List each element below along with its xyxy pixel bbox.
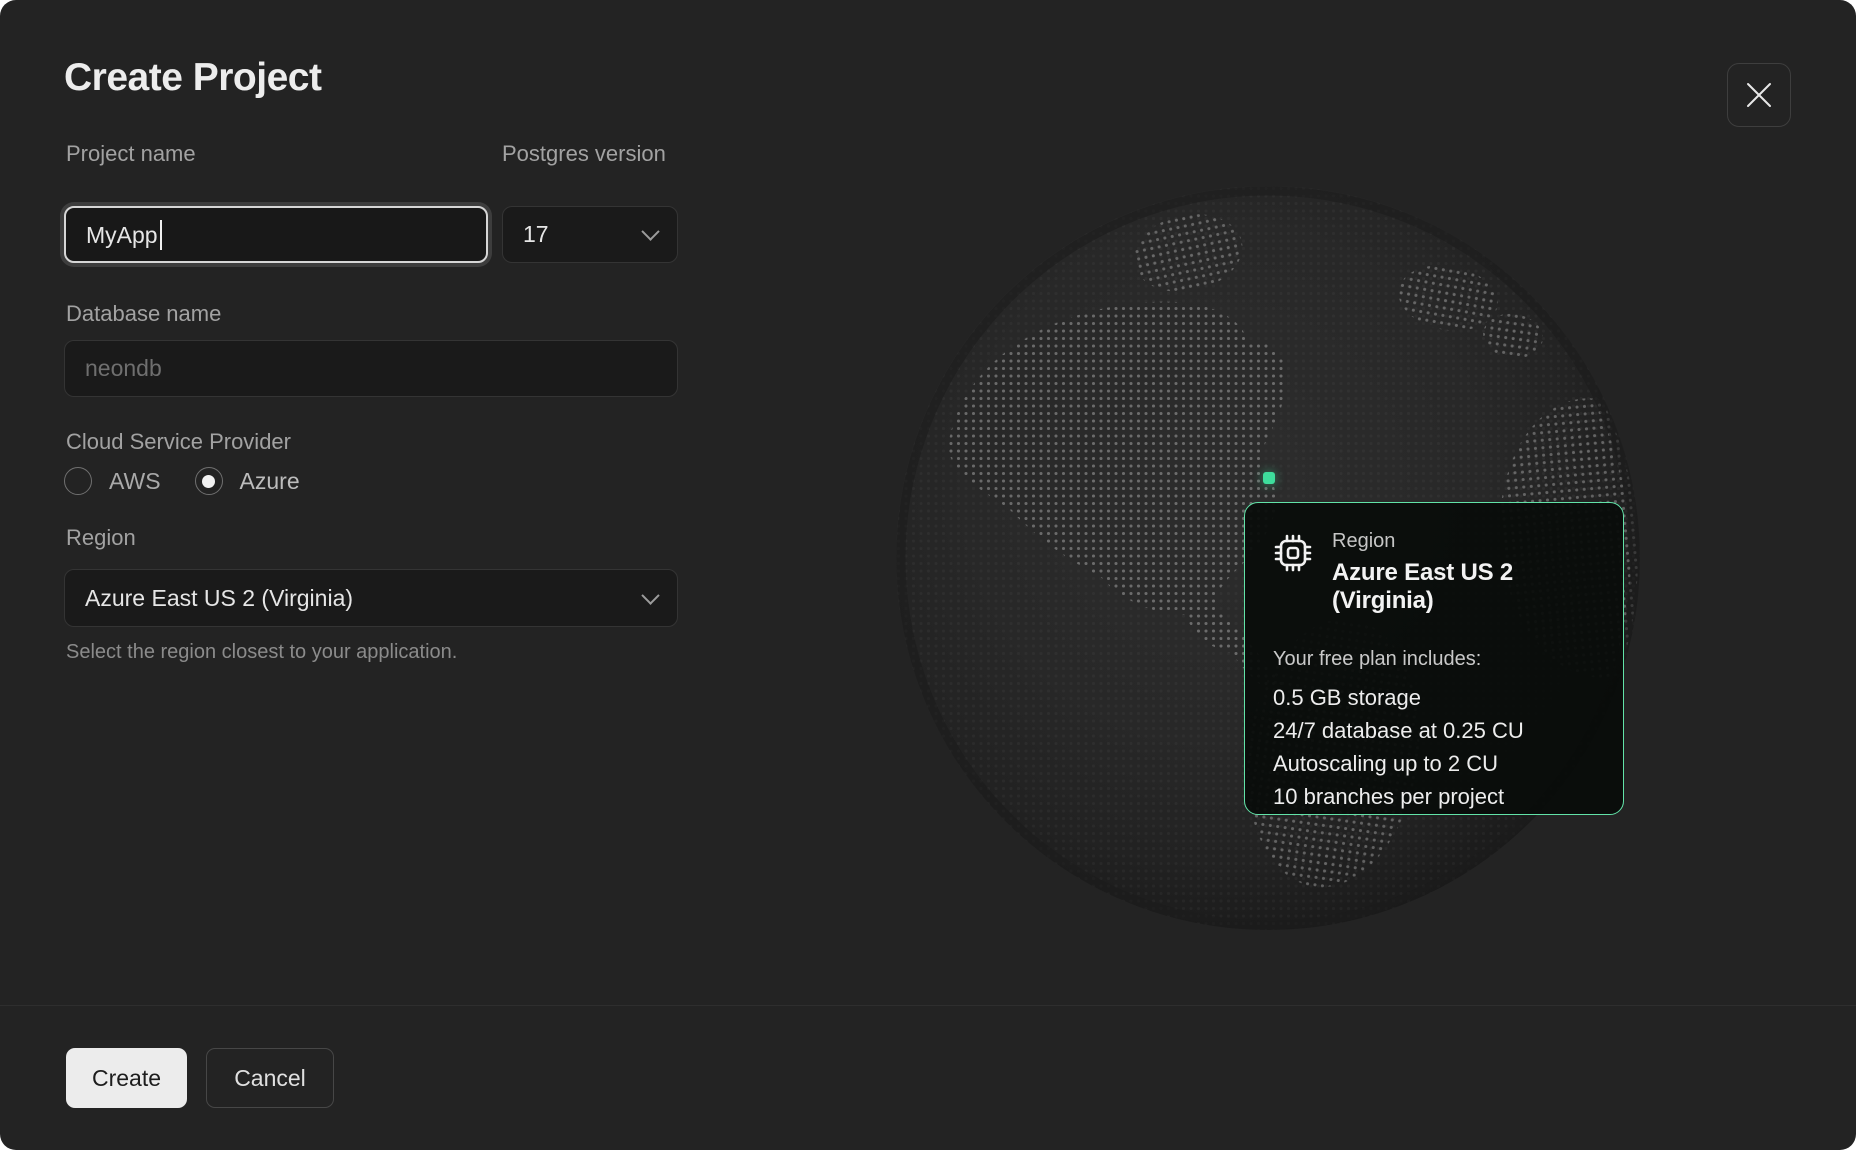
radio-azure-icon[interactable] xyxy=(195,467,223,495)
cancel-button[interactable]: Cancel xyxy=(206,1048,334,1108)
create-button[interactable]: Create xyxy=(66,1048,187,1108)
chevron-down-icon xyxy=(641,586,659,604)
dialog-footer: Create Cancel xyxy=(0,1005,1856,1150)
postgres-version-label: Postgres version xyxy=(502,141,666,167)
project-name-value: MyApp xyxy=(86,220,162,250)
plan-feature-branches: 10 branches per project xyxy=(1273,780,1595,813)
chevron-down-icon xyxy=(641,222,659,240)
plan-feature-database: 24/7 database at 0.25 CU xyxy=(1273,714,1595,747)
radio-aws-icon[interactable] xyxy=(64,467,92,495)
database-name-input[interactable] xyxy=(64,340,678,397)
postgres-version-value: 17 xyxy=(523,221,549,248)
page-title: Create Project xyxy=(64,56,321,100)
close-icon xyxy=(1746,82,1772,108)
tooltip-region-label: Region xyxy=(1332,530,1595,553)
region-marker-dot xyxy=(1263,472,1275,484)
region-tooltip-card: Region Azure East US 2 (Virginia) Your f… xyxy=(1244,502,1624,815)
region-select[interactable]: Azure East US 2 (Virginia) xyxy=(64,569,678,627)
project-name-input[interactable]: MyApp xyxy=(64,206,488,263)
cloud-provider-radio-group: AWS Azure xyxy=(64,467,300,495)
radio-selected-dot xyxy=(202,475,215,488)
tooltip-plan-intro: Your free plan includes: xyxy=(1273,648,1595,671)
plan-feature-storage: 0.5 GB storage xyxy=(1273,681,1595,714)
radio-azure-label[interactable]: Azure xyxy=(240,468,300,495)
database-name-label: Database name xyxy=(66,301,221,327)
radio-option-aws[interactable]: AWS xyxy=(64,467,161,495)
postgres-version-select[interactable]: 17 xyxy=(502,206,678,263)
radio-aws-label[interactable]: AWS xyxy=(109,468,161,495)
close-button[interactable] xyxy=(1727,63,1791,127)
radio-option-azure[interactable]: Azure xyxy=(195,467,300,495)
cpu-chip-icon xyxy=(1273,533,1313,578)
create-project-dialog: Create Project Project name MyApp Postgr… xyxy=(0,0,1856,1150)
region-helper-text: Select the region closest to your applic… xyxy=(66,641,457,664)
region-value: Azure East US 2 (Virginia) xyxy=(85,585,353,612)
region-label: Region xyxy=(66,525,136,551)
project-name-label: Project name xyxy=(66,141,196,167)
tooltip-region-name: Azure East US 2 (Virginia) xyxy=(1332,559,1595,615)
plan-feature-autoscaling: Autoscaling up to 2 CU xyxy=(1273,747,1595,780)
plan-feature-list: 0.5 GB storage 24/7 database at 0.25 CU … xyxy=(1273,681,1595,813)
cloud-provider-label: Cloud Service Provider xyxy=(66,429,291,455)
create-project-modal-backdrop: Create Project Project name MyApp Postgr… xyxy=(0,0,1856,1150)
